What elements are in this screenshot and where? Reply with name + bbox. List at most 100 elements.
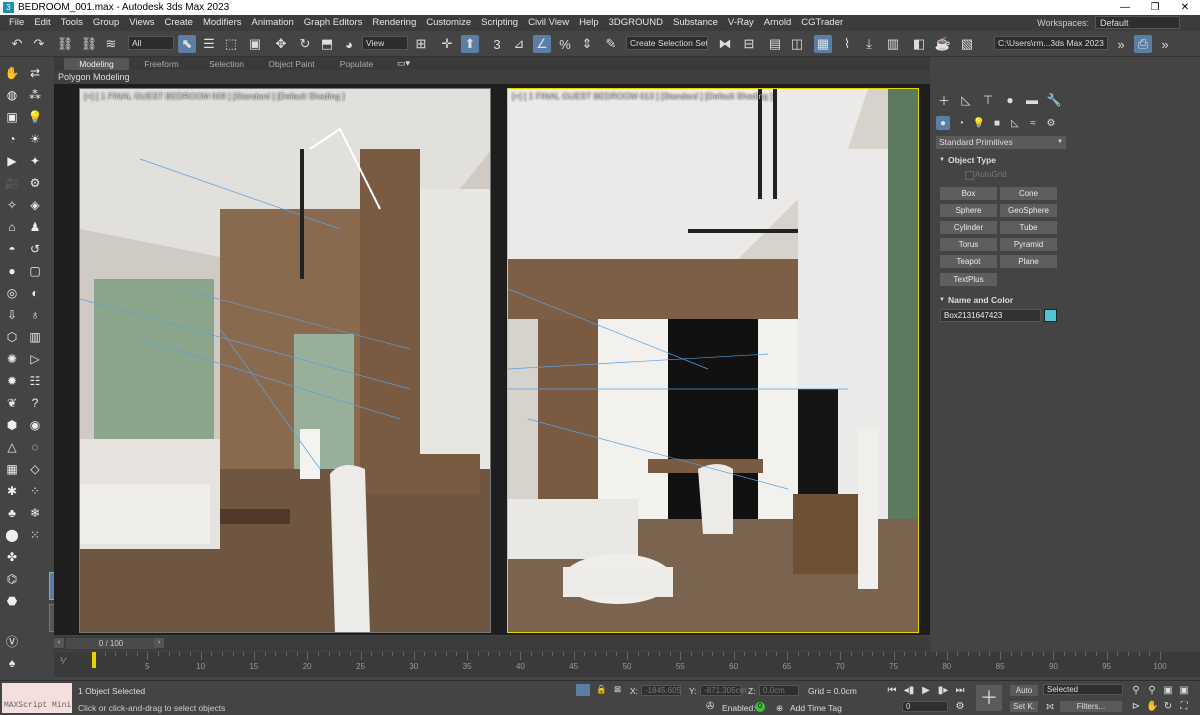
arrows-icon[interactable]: ⇄ (26, 64, 44, 82)
z-coordinate-field[interactable]: 0.0cm (759, 685, 799, 696)
render-frame-icon[interactable]: ▧ (958, 35, 976, 53)
lights-icon[interactable]: 💡 (972, 116, 986, 130)
ribbon-toggle-icon[interactable]: ▦ (814, 35, 832, 53)
create-selection-set-dropdown[interactable]: Create Selection Set (626, 36, 708, 50)
ribbon-options-icon[interactable]: ▭▾ (397, 58, 410, 69)
target-icon[interactable]: ◎ (3, 284, 21, 302)
panel-icon[interactable]: ▥ (26, 328, 44, 346)
menu-scripting[interactable]: Scripting (476, 15, 523, 31)
viewport-right[interactable]: [+] [ 1 FINAL GUEST BEDROOM 013 ] [Stand… (507, 88, 919, 633)
leaf-icon[interactable]: ❦ (3, 394, 21, 412)
helpers-icon[interactable]: ◺ (1008, 116, 1022, 130)
pan-icon[interactable]: ✋ (1146, 701, 1158, 712)
pyramid-button[interactable]: Pyramid (1000, 238, 1057, 251)
lightbulb-icon[interactable]: ♁ (26, 306, 44, 324)
menu-help[interactable]: Help (574, 15, 604, 31)
menu-create[interactable]: Create (159, 15, 198, 31)
set-key-icon[interactable]: ＋ (976, 685, 1002, 711)
pie-icon[interactable]: ◔ (3, 130, 21, 148)
motion-tab-icon[interactable]: ● (1002, 92, 1018, 108)
v-logo-icon[interactable]: Ⓥ (3, 632, 21, 650)
menu-tools[interactable]: Tools (56, 15, 88, 31)
tree-icon[interactable]: ♠ (3, 654, 21, 672)
sphere-icon[interactable]: ● (3, 262, 21, 280)
menu-views[interactable]: Views (124, 15, 159, 31)
layer-explorer-icon[interactable]: ◫ (788, 35, 806, 53)
workspaces-dropdown[interactable]: Default (1095, 16, 1180, 29)
project-path-dropdown[interactable]: C:\Users\rm...3ds Max 2023 (994, 36, 1108, 50)
textplus-button[interactable]: TextPlus (940, 273, 997, 286)
display-tab-icon[interactable]: ▬ (1024, 92, 1040, 108)
menu-customize[interactable]: Customize (421, 15, 476, 31)
film-icon[interactable]: 🎥 (3, 174, 21, 192)
cone-button[interactable]: Cone (1000, 187, 1057, 200)
save-icon[interactable]: ⎙ (1134, 35, 1152, 53)
node-icon[interactable]: ⁂ (26, 86, 44, 104)
ball-icon[interactable]: ⬤ (3, 526, 21, 544)
time-slider-thumb[interactable]: 0 / 100 (66, 638, 156, 649)
add-time-tag[interactable]: Add Time Tag (790, 703, 842, 713)
sphere-button[interactable]: Sphere (940, 204, 997, 217)
spotlight-icon[interactable]: ⇩ (3, 306, 21, 324)
time-tag-icon[interactable]: ⊕ (776, 703, 783, 714)
play-box-icon[interactable]: ▷ (26, 350, 44, 368)
current-frame-field[interactable]: 0 (902, 701, 948, 712)
more-icon[interactable]: » (1156, 35, 1174, 53)
hand-icon[interactable]: ✋ (3, 64, 21, 82)
select-object-icon[interactable]: ⬉ (178, 35, 196, 53)
angle-snap-toggle-icon[interactable]: ∠ (533, 35, 551, 53)
move-icon[interactable]: ✥ (272, 35, 290, 53)
grid-icon[interactable]: ▦ (3, 460, 21, 478)
geosphere-button[interactable]: GeoSphere (1000, 204, 1057, 217)
absolute-mode-icon[interactable]: ⊠ (614, 684, 621, 695)
autogrid-checkbox[interactable]: AutoGrid (965, 170, 1007, 180)
sparkle-icon[interactable]: ✦ (26, 152, 44, 170)
scene-icon[interactable]: ◈ (26, 196, 44, 214)
primitive-category-dropdown[interactable]: Standard Primitives (936, 136, 1066, 149)
selection-filter-dropdown[interactable]: All (128, 36, 174, 50)
menu-group[interactable]: Group (88, 15, 124, 31)
select-by-name-icon[interactable]: ☰ (200, 35, 218, 53)
orbit-view-icon[interactable]: ↻ (1162, 701, 1174, 712)
globe-icon[interactable]: ◉ (26, 416, 44, 434)
picker-icon[interactable]: ◐ (26, 284, 44, 302)
undo-icon[interactable]: ↶ (8, 35, 26, 53)
triangle-icon[interactable]: △ (3, 438, 21, 456)
play-icon[interactable]: ▶ (920, 685, 932, 696)
shapes-icon[interactable]: ◔ (954, 116, 968, 130)
key-filter-dropdown[interactable]: Selected (1043, 684, 1123, 695)
orbit-icon[interactable]: ◍ (3, 86, 21, 104)
link-icon[interactable]: ⛓ (56, 35, 74, 53)
cluster-icon[interactable]: ⁘ (26, 482, 44, 500)
spinner-snap-icon[interactable]: ⇕ (578, 35, 596, 53)
menu-vray[interactable]: V-Ray (723, 15, 759, 31)
burst-icon[interactable]: ✺ (3, 350, 21, 368)
viewport-left[interactable]: [+] [ 1 FINAL GUEST BEDROOM 009 ] [Stand… (79, 88, 491, 633)
geometry-icon[interactable]: ● (936, 116, 950, 130)
space-warps-icon[interactable]: ≈ (1026, 116, 1040, 130)
time-slider-next-icon[interactable]: › (154, 638, 164, 648)
lamp-icon[interactable]: ⌂ (3, 218, 21, 236)
edit-named-selection-icon[interactable]: ✎ (602, 35, 620, 53)
camera-icon[interactable]: ▣ (3, 108, 21, 126)
keyboard-shortcut-override-icon[interactable]: ⬆ (461, 35, 479, 53)
paw-icon[interactable]: ✱ (3, 482, 21, 500)
go-to-start-icon[interactable]: ⏮ (886, 685, 898, 696)
cameras-icon[interactable]: ■ (990, 116, 1004, 130)
menu-edit[interactable]: Edit (29, 15, 55, 31)
pivot-center-icon[interactable]: ⊞ (412, 35, 430, 53)
unlink-icon[interactable]: ⛓ (80, 35, 98, 53)
close-button[interactable]: ✕ (1170, 0, 1200, 15)
rotate-icon[interactable]: ↻ (296, 35, 314, 53)
gear-teal-icon[interactable]: ⚙ (26, 174, 44, 192)
menu-file[interactable]: File (4, 15, 29, 31)
enabled-value[interactable]: 0 (755, 702, 765, 712)
refresh-icon[interactable]: ↺ (26, 240, 44, 258)
tripod-icon[interactable]: ⌬ (3, 570, 21, 588)
tab-freeform[interactable]: Freeform (129, 58, 194, 70)
align-icon[interactable]: ⊟ (740, 35, 758, 53)
frame-icon[interactable]: ▢ (26, 262, 44, 280)
set-key-button[interactable]: Set K. (1010, 701, 1038, 712)
time-slider-prev-icon[interactable]: ‹ (54, 638, 64, 648)
percent-snap-icon[interactable]: % (556, 35, 574, 53)
